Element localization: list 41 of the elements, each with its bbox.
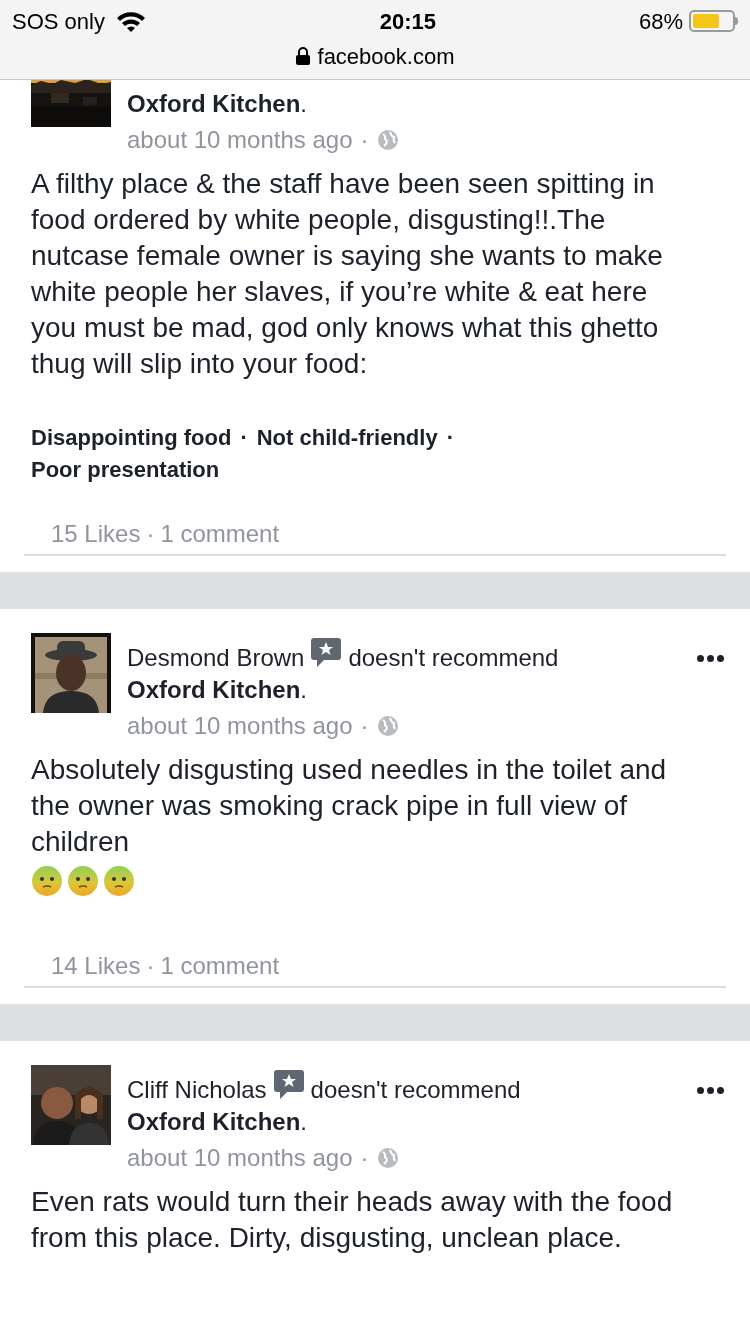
clock-text: 20:15 (379, 7, 437, 36)
author-name: Desmond Brown (127, 643, 305, 673)
nauseated-face-icon (31, 865, 63, 897)
page-name: Oxford Kitchen. (127, 89, 307, 119)
review-text: Absolutely disgusting used needles in the toilet and the owner was smoking crack pipe in full view of children (31, 754, 667, 857)
url-text: facebook.com (317, 42, 455, 71)
timestamp: about 10 months ago (127, 125, 353, 155)
separator-dot: · (146, 519, 155, 549)
separator-dot: · (360, 1143, 369, 1173)
author-name: Cliff Nicholas (127, 1075, 267, 1105)
nauseated-face-icon (67, 865, 99, 897)
globe-icon (376, 129, 399, 151)
likes-count: 15 Likes (51, 519, 141, 549)
review-text: A filthy place & the staff have been seen spitting in food ordered by white people, disgusting!!.The nutcase female owner is saying she wants to make white people her slaves, if you’re white & eat here you must be mad, god only knows what this ghetto thug will slip into your food: (31, 168, 663, 379)
tag-text: Not child-friendly (256, 424, 438, 452)
timestamp: about 10 months ago (127, 711, 353, 741)
tag-text: Disappointing food (31, 424, 232, 452)
tag-separator: · (240, 424, 248, 452)
carrier-text: SOS only (12, 7, 105, 36)
tag-separator: · (446, 424, 454, 452)
likes-count: 14 Likes (51, 951, 141, 981)
comments-count: 1 comment (160, 519, 280, 549)
separator-dot: · (360, 711, 369, 741)
separator-dot: · (360, 125, 369, 155)
tag-text: Poor presentation (31, 456, 220, 484)
review-icon (272, 1068, 305, 1100)
page-name: Oxford Kitchen. (127, 1107, 307, 1137)
lock-icon (295, 47, 310, 65)
review-text: Even rats would turn their heads away with the food from this place. Dirty, disgusting, unclean place. (31, 1186, 673, 1253)
review-icon (310, 636, 343, 668)
separator-dot: · (146, 951, 155, 981)
battery-icon (689, 10, 738, 32)
timestamp: about 10 months ago (127, 1143, 353, 1173)
recommendation-text: doesn't recommend (310, 1075, 521, 1105)
battery-percent: 68% (638, 7, 683, 36)
globe-icon (376, 1147, 399, 1169)
globe-icon (376, 715, 399, 737)
comments-count: 1 comment (160, 951, 280, 981)
nauseated-face-icon (103, 865, 135, 897)
recommendation-text: doesn't recommend (348, 643, 559, 673)
page-name: Oxford Kitchen. (127, 675, 307, 705)
